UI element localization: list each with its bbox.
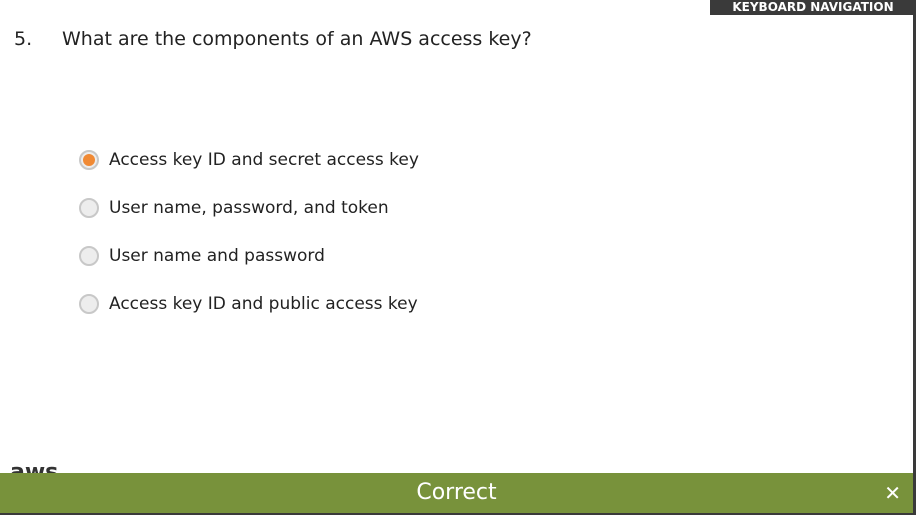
option-1[interactable]: Access key ID and secret access key <box>79 150 419 170</box>
radio[interactable] <box>79 246 99 266</box>
close-icon[interactable]: ✕ <box>884 473 901 513</box>
question-text: What are the components of an AWS access… <box>62 28 532 50</box>
option-label: Access key ID and secret access key <box>109 150 419 170</box>
radio[interactable] <box>79 294 99 314</box>
feedback-bar: Correct ✕ <box>0 473 913 515</box>
option-label: User name, password, and token <box>109 198 389 218</box>
keyboard-navigation-button[interactable]: KEYBOARD NAVIGATION <box>710 0 916 15</box>
radio-selected[interactable] <box>79 150 99 170</box>
feedback-text: Correct <box>416 480 497 505</box>
option-3[interactable]: User name and password <box>79 246 325 266</box>
radio[interactable] <box>79 198 99 218</box>
question-number: 5. <box>14 28 33 50</box>
option-2[interactable]: User name, password, and token <box>79 198 389 218</box>
option-label: User name and password <box>109 246 325 266</box>
option-label: Access key ID and public access key <box>109 294 418 314</box>
option-4[interactable]: Access key ID and public access key <box>79 294 418 314</box>
